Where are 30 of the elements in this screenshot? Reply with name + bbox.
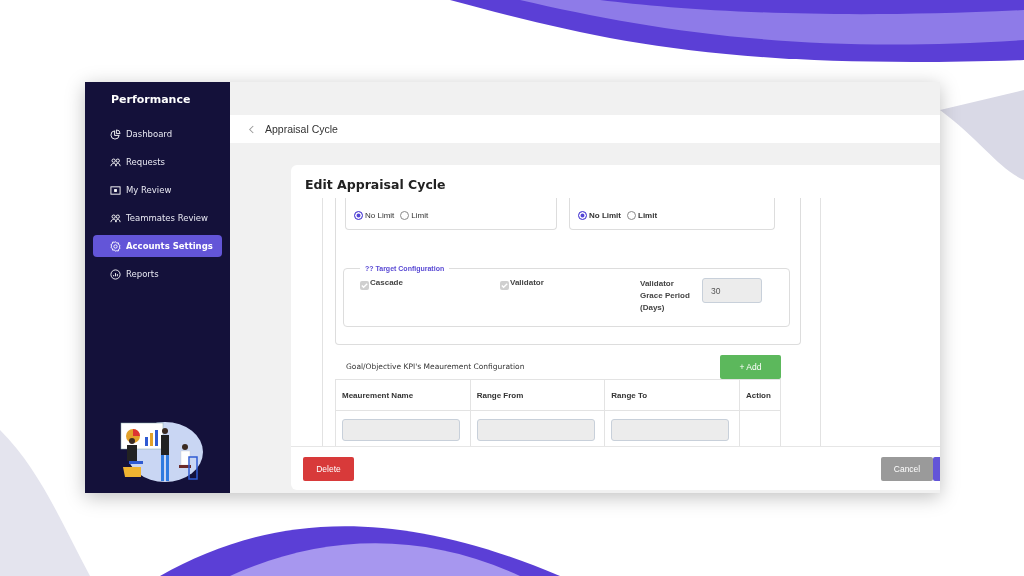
pie-chart-icon bbox=[110, 128, 121, 140]
column-header: Meaurement Name bbox=[335, 379, 471, 411]
input-field[interactable] bbox=[476, 419, 595, 441]
sidebar-item[interactable]: Teammates Review bbox=[93, 207, 222, 229]
chart-icon bbox=[110, 268, 121, 280]
column-header: Range From bbox=[470, 379, 605, 411]
limit-radio[interactable]: No Limit bbox=[354, 211, 395, 220]
limit-radio[interactable]: Limit bbox=[400, 211, 429, 220]
limit-radio[interactable]: No Limit bbox=[578, 211, 621, 220]
column-header: Range To bbox=[604, 379, 740, 411]
sidebar-item[interactable]: Reports bbox=[93, 263, 222, 285]
limit-radio[interactable]: Limit bbox=[627, 211, 658, 220]
back-icon[interactable] bbox=[248, 124, 255, 134]
column-header: Action bbox=[739, 379, 781, 411]
grace-period-label: Validator Grace Period (Days) bbox=[640, 278, 691, 314]
sidebar-item[interactable]: Accounts Settings bbox=[93, 235, 222, 257]
monitor-icon bbox=[110, 184, 121, 196]
settings-icon bbox=[110, 240, 121, 252]
sidebar-item[interactable]: Requests bbox=[93, 151, 222, 173]
people-icon bbox=[110, 212, 121, 224]
partial-button[interactable] bbox=[933, 456, 940, 481]
input-field[interactable] bbox=[342, 419, 460, 441]
page-title: Appraisal Cycle bbox=[265, 123, 338, 135]
dialog-title: Edit Appraisal Cycle bbox=[304, 176, 447, 194]
delete-button[interactable]: Delete bbox=[303, 456, 354, 481]
sidebar-item[interactable]: My Review bbox=[93, 179, 222, 201]
brand-title: Performance bbox=[110, 92, 192, 108]
input-field[interactable] bbox=[611, 419, 730, 441]
sidebar-item[interactable]: Dashboard bbox=[93, 123, 222, 145]
people-icon bbox=[110, 156, 121, 168]
